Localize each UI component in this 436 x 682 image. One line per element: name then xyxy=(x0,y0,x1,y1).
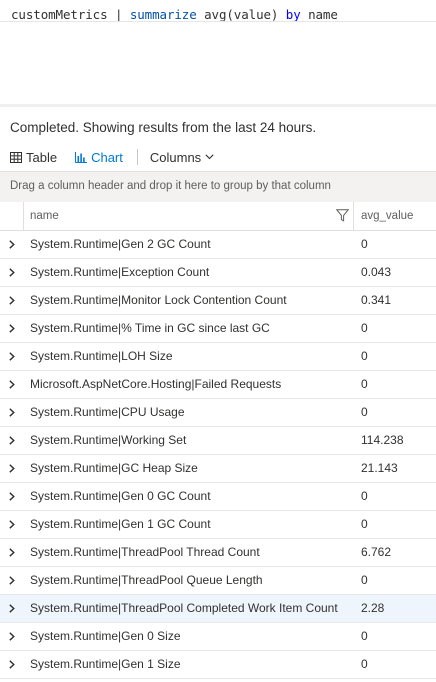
chevron-right-icon[interactable] xyxy=(9,632,15,641)
cell-avg-value: 0.341 xyxy=(361,293,392,307)
cell-name: System.Runtime|ThreadPool Completed Work… xyxy=(30,601,338,615)
columns-dropdown[interactable]: Columns xyxy=(150,150,214,165)
chevron-right-icon[interactable] xyxy=(9,548,15,557)
grid-header: name avg_value xyxy=(0,202,436,231)
table-row[interactable]: System.Runtime|ThreadPool Queue Length 0 xyxy=(0,567,436,595)
grid-body: System.Runtime|Gen 2 GC Count 0 System.Run… xyxy=(0,231,436,679)
tab-chart[interactable]: Chart xyxy=(75,150,123,165)
results-status: Completed. Showing results from the last… xyxy=(10,120,317,135)
chevron-right-icon[interactable] xyxy=(9,240,15,249)
column-resize-handle[interactable] xyxy=(353,202,354,230)
table-grid-icon xyxy=(10,151,22,163)
chevron-right-icon[interactable] xyxy=(9,436,15,445)
cell-name: System.Runtime|Monitor Lock Contention C… xyxy=(30,293,287,307)
table-row[interactable]: System.Runtime|% Time in GC since last G… xyxy=(0,315,436,343)
column-header-name[interactable]: name xyxy=(30,202,59,230)
cell-avg-value: 0 xyxy=(361,629,368,643)
tab-table-label: Table xyxy=(26,149,58,165)
chevron-right-icon[interactable] xyxy=(9,296,15,305)
cell-avg-value: 0 xyxy=(361,573,368,587)
chevron-right-icon[interactable] xyxy=(9,520,15,529)
table-row[interactable]: System.Runtime|GC Heap Size 21.143 xyxy=(0,455,436,483)
view-tabs: Table Chart Columns xyxy=(10,146,214,168)
cell-avg-value: 6.762 xyxy=(361,545,392,559)
table-row[interactable]: System.Runtime|Gen 0 GC Count 0 xyxy=(0,483,436,511)
group-by-drop-zone[interactable]: Drag a column header and drop it here to… xyxy=(0,171,436,203)
current-line-highlight xyxy=(0,21,436,22)
chevron-right-icon[interactable] xyxy=(9,408,15,417)
expander-column-header xyxy=(0,202,24,230)
cell-avg-value: 0 xyxy=(361,349,368,363)
column-header-avg-value[interactable]: avg_value xyxy=(361,202,413,230)
cell-name: System.Runtime|ThreadPool Thread Count xyxy=(30,545,260,559)
chevron-right-icon[interactable] xyxy=(9,464,15,473)
cell-name: System.Runtime|Gen 1 Size xyxy=(30,657,181,671)
cell-avg-value: 0 xyxy=(361,321,368,335)
chevron-right-icon[interactable] xyxy=(9,268,15,277)
chevron-right-icon[interactable] xyxy=(9,576,15,585)
chevron-down-icon xyxy=(205,154,214,160)
cell-avg-value: 114.238 xyxy=(361,433,404,447)
cell-name: System.Runtime|% Time in GC since last G… xyxy=(30,321,270,335)
query-pipe: | xyxy=(107,7,130,22)
query-group-field: name xyxy=(300,7,338,22)
cell-avg-value: 2.28 xyxy=(361,601,385,615)
table-row[interactable]: System.Runtime|ThreadPool Completed Work… xyxy=(0,595,436,623)
filter-icon[interactable] xyxy=(336,209,349,222)
cell-name: System.Runtime|Gen 1 GC Count xyxy=(30,517,211,531)
cell-avg-value: 0 xyxy=(361,377,368,391)
table-row[interactable]: System.Runtime|Exception Count 0.043 xyxy=(0,259,436,287)
cell-name: System.Runtime|Gen 2 GC Count xyxy=(30,237,211,251)
cell-avg-value: 0 xyxy=(361,517,368,531)
columns-label: Columns xyxy=(149,149,202,165)
query-by-keyword: by xyxy=(285,7,301,22)
tab-table[interactable]: Table xyxy=(10,150,57,165)
query-text[interactable]: customMetrics | summarize avg(value) by … xyxy=(11,7,338,22)
table-row[interactable]: System.Runtime|Gen 1 GC Count 0 xyxy=(0,511,436,539)
cell-name: System.Runtime|Gen 0 Size xyxy=(30,629,181,643)
cell-name: System.Runtime|Exception Count xyxy=(30,265,210,279)
table-row[interactable]: System.Runtime|ThreadPool Thread Count 6.… xyxy=(0,539,436,567)
cell-avg-value: 0 xyxy=(361,405,368,419)
chevron-right-icon[interactable] xyxy=(9,492,15,501)
chevron-right-icon[interactable] xyxy=(9,660,15,669)
chevron-right-icon[interactable] xyxy=(9,380,15,389)
cell-name: System.Runtime|LOH Size xyxy=(30,349,173,363)
table-row[interactable]: System.Runtime|Gen 0 Size 0 xyxy=(0,623,436,651)
tabs-divider xyxy=(136,149,138,165)
table-row[interactable]: Microsoft.AspNetCore.Hosting|Failed Requ… xyxy=(0,371,436,399)
query-editor[interactable]: customMetrics | summarize avg(value) by … xyxy=(0,0,436,105)
cell-avg-value: 0.043 xyxy=(361,265,392,279)
chevron-right-icon[interactable] xyxy=(9,352,15,361)
editor-results-splitter[interactable] xyxy=(0,104,436,107)
cell-avg-value: 0 xyxy=(361,237,368,251)
chevron-right-icon[interactable] xyxy=(9,324,15,333)
query-expression: avg(value) xyxy=(196,7,286,22)
table-row[interactable]: System.Runtime|LOH Size 0 xyxy=(0,343,436,371)
cell-avg-value: 0 xyxy=(361,657,368,671)
query-operator: summarize xyxy=(129,7,197,22)
table-row[interactable]: System.Runtime|Gen 1 Size 0 xyxy=(0,651,436,679)
table-row[interactable]: System.Runtime|Gen 2 GC Count 0 xyxy=(0,231,436,259)
table-row[interactable]: System.Runtime|CPU Usage 0 xyxy=(0,399,436,427)
group-by-hint: Drag a column header and drop it here to… xyxy=(10,180,331,192)
table-row[interactable]: System.Runtime|Working Set 114.238 xyxy=(0,427,436,455)
tab-chart-label: Chart xyxy=(91,149,123,165)
bar-chart-icon xyxy=(75,151,88,163)
cell-name: Microsoft.AspNetCore.Hosting|Failed Requ… xyxy=(30,377,282,391)
table-row[interactable]: System.Runtime|Monitor Lock Contention C… xyxy=(0,287,436,315)
cell-name: System.Runtime|Working Set xyxy=(30,433,187,447)
cell-avg-value: 21.143 xyxy=(361,461,398,475)
cell-name: System.Runtime|CPU Usage xyxy=(30,405,185,419)
cell-name: System.Runtime|GC Heap Size xyxy=(30,461,198,475)
cell-name: System.Runtime|Gen 0 GC Count xyxy=(30,489,211,503)
results-grid: name avg_value System.Runtime|Gen 2 GC C… xyxy=(0,202,436,679)
cell-name: System.Runtime|ThreadPool Queue Length xyxy=(30,573,263,587)
chevron-right-icon[interactable] xyxy=(9,604,15,613)
cell-avg-value: 0 xyxy=(361,489,368,503)
query-table: customMetrics xyxy=(11,7,108,22)
